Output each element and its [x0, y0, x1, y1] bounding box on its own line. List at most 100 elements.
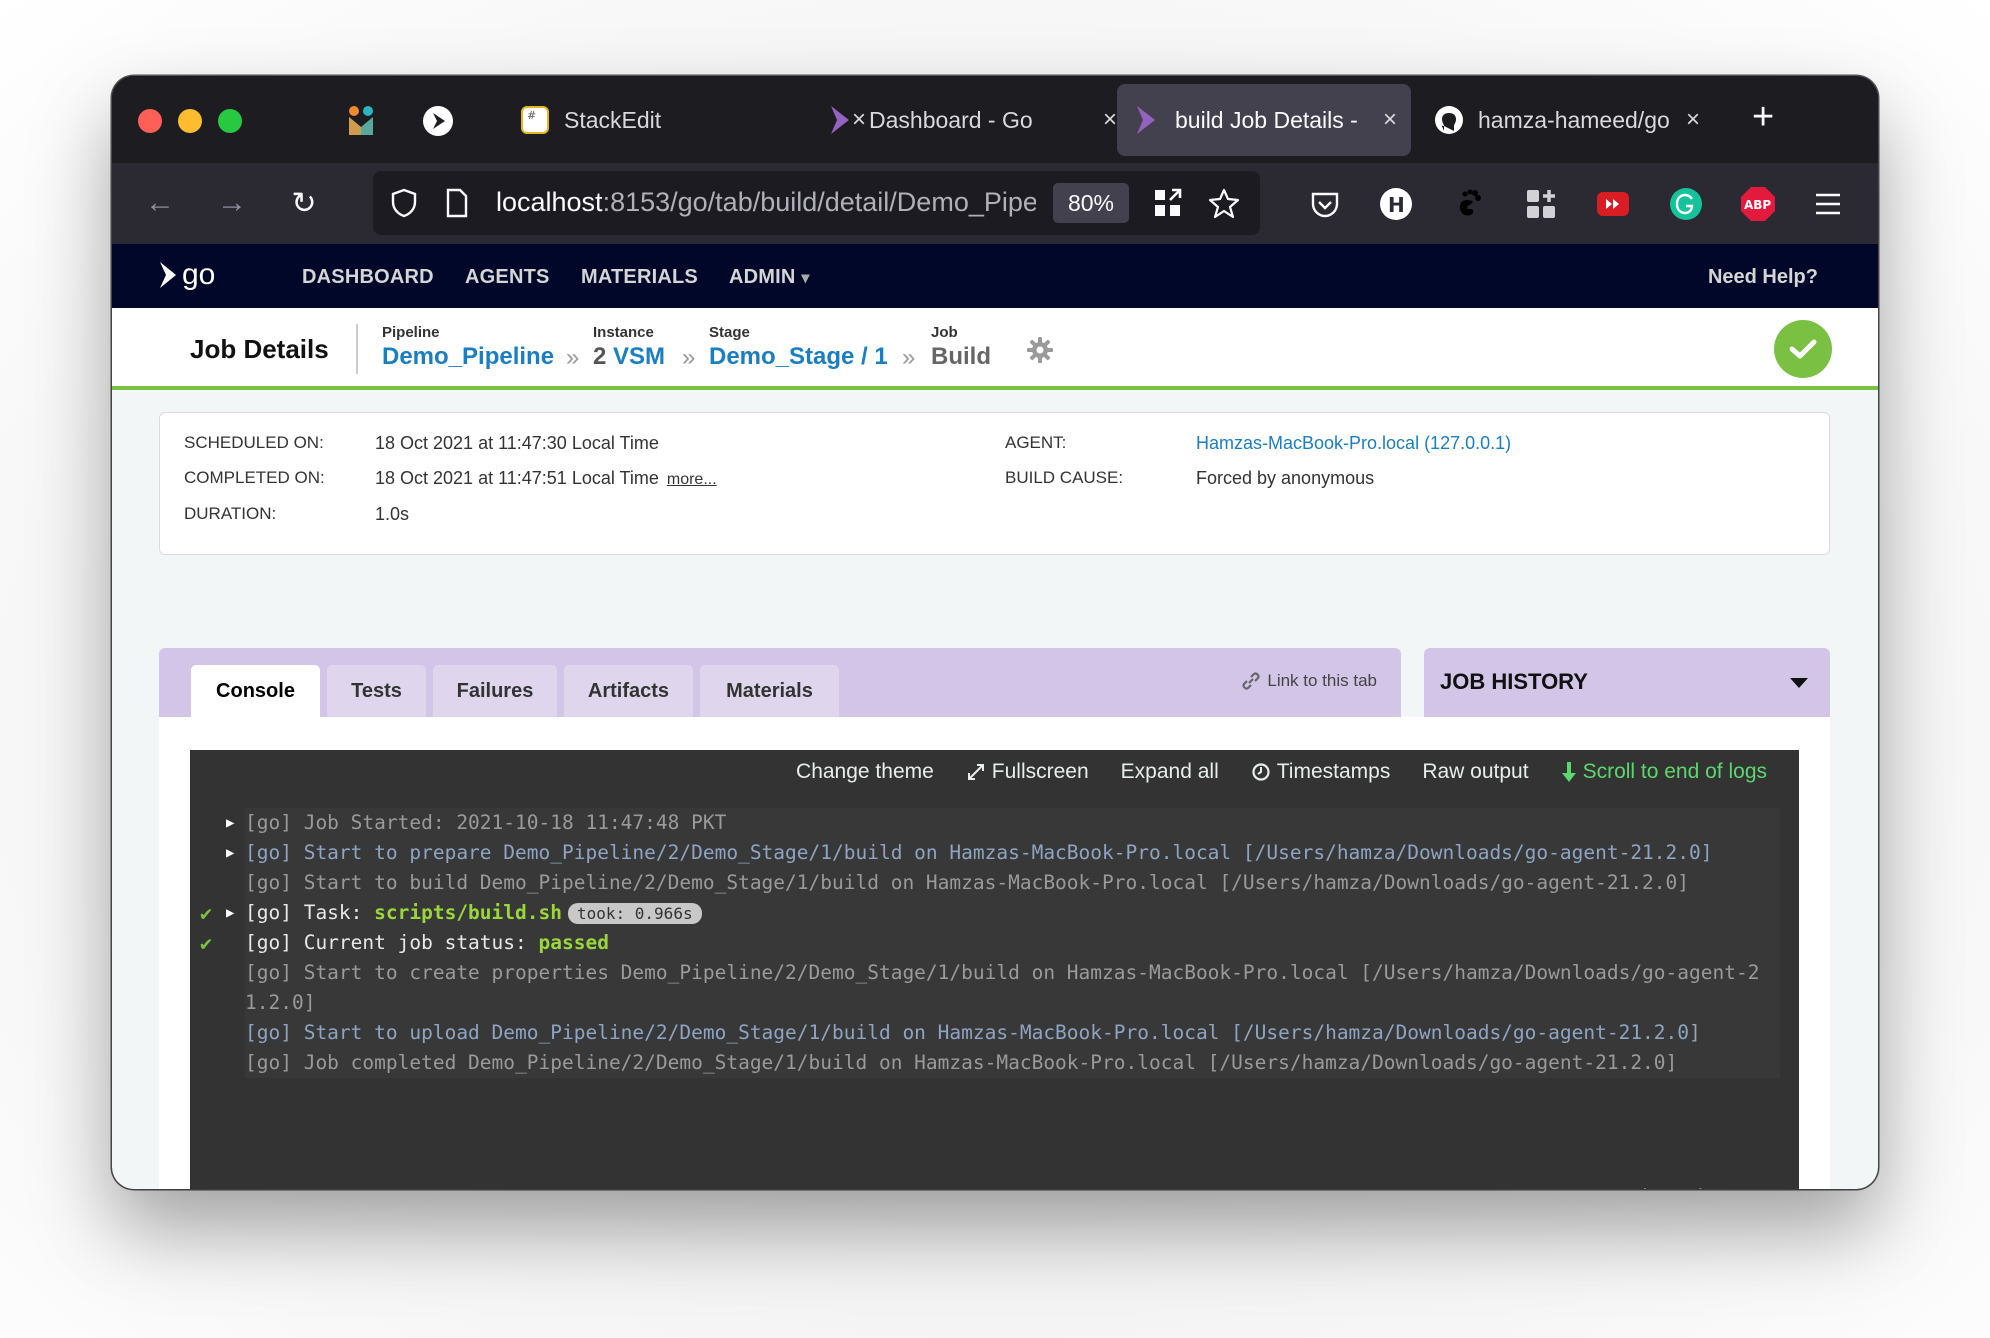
check-icon: [1789, 339, 1817, 359]
build-cause-value: Forced by anonymous: [1196, 468, 1375, 488]
job-details-page: Job Details Pipeline Demo_Pipeline » Ins…: [112, 308, 1878, 1189]
breadcrumb-pipeline: Pipeline Demo_Pipeline: [382, 324, 555, 371]
fullscreen-button[interactable]: Fullscreen: [966, 760, 1089, 784]
browser-window: # StackEdit × Dashboard - Go × build Job…: [112, 76, 1878, 1189]
window-close-button[interactable]: [138, 109, 162, 133]
log-text: [go] Start to create properties Demo_Pip…: [245, 958, 1780, 1018]
pinned-tab-app[interactable]: [344, 104, 378, 138]
breadcrumb-separator: »: [902, 344, 916, 371]
vsm-link[interactable]: VSM: [613, 343, 665, 370]
container-tabs-icon[interactable]: [1153, 188, 1183, 218]
need-help-link[interactable]: Need Help?: [1708, 266, 1818, 289]
expand-arrow-icon[interactable]: ▶: [226, 808, 234, 838]
agent-label: AGENT:: [1005, 433, 1067, 452]
forward-button[interactable]: →: [210, 181, 254, 225]
tab-close-icon[interactable]: ×: [1383, 106, 1397, 134]
link-to-this-tab[interactable]: Link to this tab: [1241, 671, 1377, 691]
honey-icon: H: [1380, 188, 1412, 220]
browser-toolbar: ← → ↻ localhost:8153/go/tab/build/detail…: [112, 163, 1878, 244]
console-toolbar: Change theme Fullscreen Expand all Times…: [796, 760, 1767, 784]
nav-admin[interactable]: ADMIN ▾: [729, 266, 810, 289]
expand-arrow-icon[interactable]: ▶: [226, 838, 234, 868]
browser-tab-job-details[interactable]: build Job Details - Go ×: [1117, 84, 1411, 156]
pinned-tab-gocd[interactable]: [421, 104, 455, 138]
caret-down-icon[interactable]: [1790, 678, 1808, 688]
change-theme-button[interactable]: Change theme: [796, 760, 934, 784]
youtube-ff-extension-button[interactable]: [1594, 185, 1632, 223]
grammarly-extension-button[interactable]: [1667, 185, 1705, 223]
gnome-icon: [1459, 189, 1481, 216]
scheduled-label: SCHEDULED ON:: [184, 433, 324, 452]
tab-failures[interactable]: Failures: [433, 665, 557, 717]
tab-tests[interactable]: Tests: [327, 665, 426, 717]
window-zoom-button[interactable]: [218, 109, 242, 133]
agent-link[interactable]: Hamzas-MacBook-Pro.local (127.0.0.1): [1196, 433, 1511, 454]
timestamps-button[interactable]: Timestamps: [1251, 760, 1390, 784]
job-status-passed-badge: [1774, 320, 1832, 378]
tab-artifacts[interactable]: Artifacts: [564, 665, 693, 717]
tab-title: build Job Details - Go: [1175, 106, 1363, 133]
tab-close-icon[interactable]: ×: [1686, 106, 1700, 134]
browser-tab-dashboard[interactable]: Dashboard - Go ×: [825, 84, 1125, 156]
breadcrumb-separator: »: [566, 344, 580, 371]
tab-materials[interactable]: Materials: [700, 665, 839, 717]
url-text[interactable]: localhost:8153/go/tab/build/detail/Demo_…: [496, 187, 1036, 218]
breadcrumb-job: Job Build: [931, 324, 991, 370]
duration-value: 1.0s: [375, 504, 410, 524]
gocd-icon: [825, 105, 855, 135]
scroll-to-end-button[interactable]: Scroll to end of logs: [1561, 760, 1767, 784]
duration-label: DURATION:: [184, 504, 277, 523]
address-bar[interactable]: localhost:8153/go/tab/build/detail/Demo_…: [373, 171, 1260, 235]
job-info-panel: SCHEDULED ON: 18 Oct 2021 at 11:47:30 Lo…: [159, 412, 1830, 555]
gnome-extension-button[interactable]: [1449, 185, 1487, 223]
nav-materials[interactable]: MATERIALS: [581, 266, 698, 289]
log-highlight: passed: [538, 931, 609, 954]
nav-agents[interactable]: AGENTS: [465, 266, 550, 289]
github-icon: [1434, 105, 1464, 135]
gear-icon[interactable]: [1026, 336, 1054, 364]
stage-link[interactable]: Demo_Stage / 1: [709, 343, 888, 371]
gocd-logo[interactable]: go: [156, 258, 215, 292]
job-history-panel[interactable]: JOB HISTORY: [1424, 648, 1830, 717]
arrow-left-icon: ←: [145, 186, 175, 219]
more-link[interactable]: more...: [667, 471, 717, 488]
tab-title: hamza-hameed/go: [1478, 106, 1670, 133]
window-minimize-button[interactable]: [178, 109, 202, 133]
console-container: Change theme Fullscreen Expand all Times…: [159, 717, 1830, 1189]
log-line: ✔ [go] Current job status: passed: [190, 928, 1799, 958]
shield-icon[interactable]: [391, 188, 417, 218]
back-to-top-button[interactable]: Back to top: [1636, 1186, 1767, 1189]
log-line: [go] Start to build Demo_Pipeline/2/Demo…: [190, 868, 1799, 898]
log-line[interactable]: ✔ ▶ [go] Task: scripts/build.sh took: 0.966…: [190, 898, 1799, 928]
job-history-title: JOB HISTORY: [1440, 669, 1588, 694]
bookmark-star-icon[interactable]: [1208, 187, 1240, 219]
raw-output-button[interactable]: Raw output: [1422, 760, 1528, 784]
tab-console[interactable]: Console: [191, 665, 320, 717]
stackedit-icon: #: [520, 105, 550, 135]
gocd-icon: [1131, 105, 1161, 135]
app-menu-button[interactable]: [1809, 185, 1847, 223]
browser-tab-github[interactable]: hamza-hameed/go ×: [1434, 84, 1706, 156]
expand-all-button[interactable]: Expand all: [1121, 760, 1219, 784]
log-line[interactable]: ▶ [go] Job Started: 2021-10-18 11:47:48 P…: [190, 808, 1799, 838]
new-tab-button[interactable]: +: [1752, 96, 1774, 139]
expand-arrow-icon[interactable]: ▶: [226, 898, 234, 928]
pocket-button[interactable]: [1306, 185, 1344, 223]
pipeline-link[interactable]: Demo_Pipeline: [382, 343, 554, 371]
log-text: [go] Job Started: 2021-10-18 11:47:48 PK…: [245, 808, 1780, 838]
gocd-circle-icon: [423, 106, 453, 136]
tab-close-icon[interactable]: ×: [1103, 106, 1117, 134]
nav-dashboard[interactable]: DASHBOARD: [302, 266, 434, 289]
log-line: [go] Start to create properties Demo_Pip…: [190, 958, 1799, 1018]
reload-button[interactable]: ↻: [282, 181, 326, 225]
tab-title: Dashboard - Go: [869, 106, 1033, 133]
log-line[interactable]: ▶ [go] Start to prepare Demo_Pipeline/2/D…: [190, 838, 1799, 868]
apps-extension-button[interactable]: [1522, 185, 1560, 223]
page-info-icon[interactable]: [445, 188, 469, 218]
back-button[interactable]: ←: [138, 181, 182, 225]
honey-extension-button[interactable]: H: [1377, 185, 1415, 223]
apps-add-icon: [1527, 190, 1555, 218]
adblock-plus-button[interactable]: ABP: [1739, 185, 1777, 223]
log-text: [go] Job completed Demo_Pipeline/2/Demo_…: [245, 1048, 1780, 1078]
zoom-level-badge[interactable]: 80%: [1053, 183, 1129, 223]
